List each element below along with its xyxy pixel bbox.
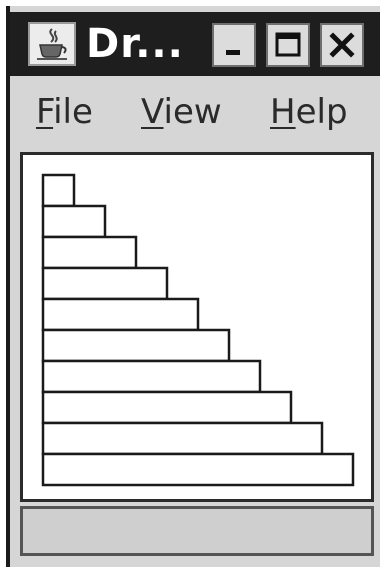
drawn-rectangle [41, 204, 107, 239]
maximize-button[interactable] [266, 23, 310, 67]
drawn-rectangle [41, 266, 169, 301]
menu-bar: File View Help [14, 82, 380, 144]
menu-file[interactable]: File [36, 92, 93, 132]
drawn-rectangle [41, 297, 200, 332]
menu-view[interactable]: View [141, 92, 222, 132]
menu-help[interactable]: Help [270, 92, 348, 132]
minimize-icon [226, 50, 240, 55]
close-icon [329, 32, 355, 58]
status-bar [20, 506, 374, 556]
drawn-rectangle [41, 359, 262, 394]
java-coffee-cup-icon[interactable] [28, 22, 76, 66]
drawn-rectangle [41, 235, 138, 270]
drawn-rectangle [41, 173, 76, 208]
close-button[interactable] [320, 23, 364, 67]
window-title: Dr... [86, 21, 184, 67]
minimize-button[interactable] [212, 23, 256, 67]
maximize-icon [275, 32, 301, 57]
title-bar[interactable]: Dr... [10, 12, 380, 76]
drawn-rectangle [41, 421, 324, 456]
drawing-area [41, 173, 355, 487]
drawing-canvas[interactable] [20, 152, 374, 502]
drawn-rectangle [41, 328, 231, 363]
drawn-rectangle [41, 452, 355, 487]
drawn-rectangle [41, 390, 293, 425]
